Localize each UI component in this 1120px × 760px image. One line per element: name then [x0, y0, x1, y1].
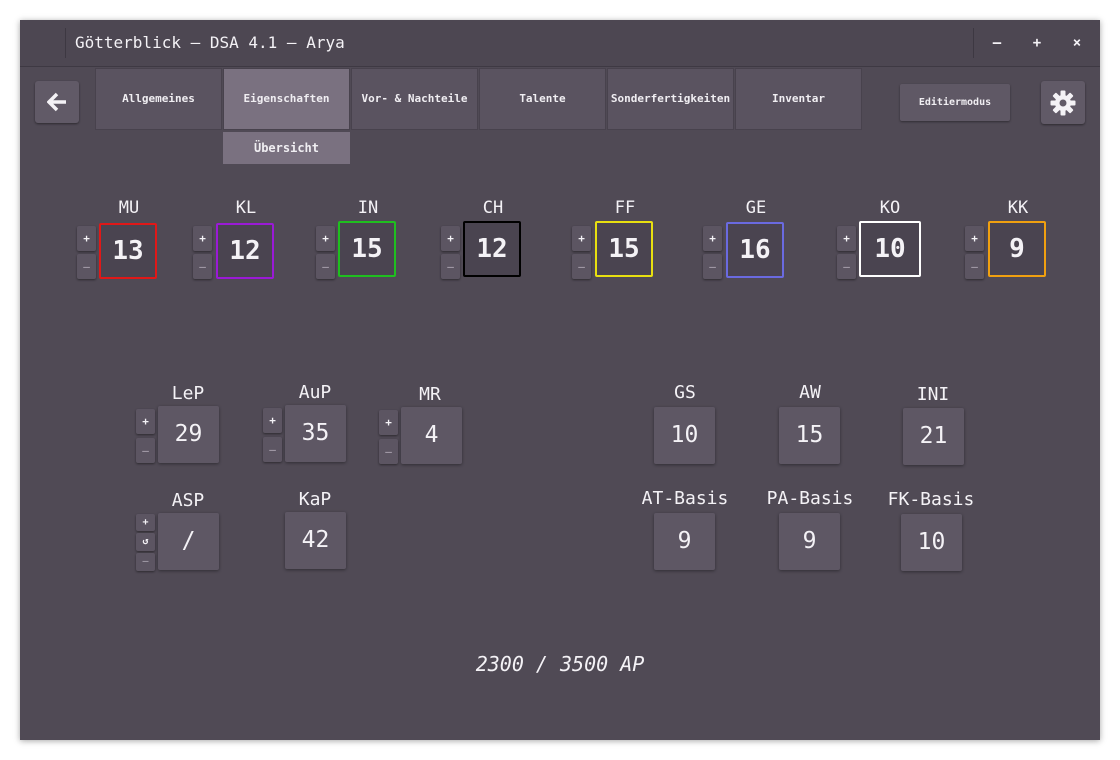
ff-decrease-button[interactable]: – — [572, 254, 591, 279]
kl-increase-button[interactable]: + — [193, 226, 212, 251]
stat-value-kap: 42 — [285, 512, 346, 569]
mu-increase-button[interactable]: + — [77, 226, 96, 251]
lep-increase-button[interactable]: + — [136, 409, 155, 434]
stat-value-asp: / — [158, 513, 219, 570]
stat-label-pa-basis: PA-Basis — [766, 488, 854, 509]
arrow-left-icon — [47, 92, 66, 112]
attr-value-ge: 16 — [726, 222, 784, 278]
in-decrease-button[interactable]: – — [316, 254, 335, 279]
reset-icon: ↺ — [142, 536, 149, 547]
stat-label-gs: GS — [674, 382, 696, 403]
tab-sonderfertigkeiten[interactable]: Sonderfertigkeiten — [607, 68, 734, 130]
attr-value-kl: 12 — [216, 223, 274, 279]
mr-increase-button[interactable]: + — [379, 410, 398, 435]
back-button[interactable] — [35, 81, 79, 123]
attr-value-ch: 12 — [463, 221, 521, 277]
in-increase-button[interactable]: + — [316, 226, 335, 251]
kl-decrease-button[interactable]: – — [193, 254, 212, 279]
divider — [65, 28, 66, 58]
ge-increase-button[interactable]: + — [703, 226, 722, 251]
title-bar: Götterblick – DSA 4.1 – Arya – + × — [20, 20, 1100, 67]
tab-vor-nachteile[interactable]: Vor- & Nachteile — [351, 68, 478, 130]
stat-label-asp: ASP — [171, 490, 205, 511]
aup-increase-button[interactable]: + — [263, 408, 282, 433]
attr-value-kk: 9 — [988, 221, 1046, 277]
app-window: Götterblick – DSA 4.1 – Arya – + × Allge… — [20, 20, 1100, 740]
gear-icon — [1050, 90, 1076, 116]
ff-increase-button[interactable]: + — [572, 226, 591, 251]
stat-label-at-basis: AT-Basis — [641, 488, 729, 509]
ko-decrease-button[interactable]: – — [837, 254, 856, 279]
ko-increase-button[interactable]: + — [837, 226, 856, 251]
tab-eigenschaften[interactable]: Eigenschaften — [223, 68, 350, 130]
asp-increase-button[interactable]: + — [136, 514, 155, 531]
ch-increase-button[interactable]: + — [441, 226, 460, 251]
minimize-button[interactable]: – — [986, 32, 1008, 54]
kk-increase-button[interactable]: + — [965, 226, 984, 251]
asp-decrease-button[interactable]: – — [136, 553, 155, 571]
stat-value-ini: 21 — [903, 408, 964, 465]
stat-value-fk-basis: 10 — [901, 514, 962, 571]
stat-value-lep: 29 — [158, 406, 219, 463]
stat-label-ini: INI — [916, 384, 950, 405]
lep-decrease-button[interactable]: – — [136, 438, 155, 463]
stat-label-mr: MR — [419, 384, 441, 405]
attr-label-ge: GE — [745, 198, 767, 218]
aup-decrease-button[interactable]: – — [263, 437, 282, 462]
adventure-points: 2300 / 3500 AP — [475, 652, 645, 676]
tab-talente[interactable]: Talente — [479, 68, 606, 130]
ge-decrease-button[interactable]: – — [703, 254, 722, 279]
tab-inventar[interactable]: Inventar — [735, 68, 862, 130]
attr-label-kk: KK — [1007, 198, 1029, 218]
attr-label-ko: KO — [879, 198, 901, 218]
stat-label-aup: AuP — [298, 382, 332, 403]
maximize-button[interactable]: + — [1026, 32, 1048, 54]
attr-label-mu: MU — [118, 198, 140, 218]
stat-value-mr: 4 — [401, 407, 462, 464]
asp-reset-button[interactable]: ↺ — [136, 533, 155, 551]
kk-decrease-button[interactable]: – — [965, 254, 984, 279]
stat-value-aup: 35 — [285, 405, 346, 462]
attr-label-ff: FF — [614, 198, 636, 218]
stat-value-aw: 15 — [779, 407, 840, 464]
mu-decrease-button[interactable]: – — [77, 254, 96, 279]
edit-mode-button[interactable]: Editiermodus — [900, 84, 1010, 121]
stat-value-gs: 10 — [654, 407, 715, 464]
stat-label-aw: AW — [799, 382, 821, 403]
stat-value-at-basis: 9 — [654, 513, 715, 570]
stat-value-pa-basis: 9 — [779, 513, 840, 570]
mr-decrease-button[interactable]: – — [379, 439, 398, 464]
attr-label-kl: KL — [235, 198, 257, 218]
attr-label-in: IN — [357, 198, 379, 218]
subtab-uebersicht[interactable]: Übersicht — [223, 132, 350, 164]
attr-value-mu: 13 — [99, 223, 157, 279]
divider — [973, 28, 974, 58]
attr-value-ko: 10 — [859, 221, 921, 277]
settings-button[interactable] — [1041, 81, 1085, 124]
attr-label-ch: CH — [482, 198, 504, 218]
stat-label-fk-basis: FK-Basis — [887, 489, 975, 510]
window-title: Götterblick – DSA 4.1 – Arya — [75, 33, 345, 52]
tab-allgemeines[interactable]: Allgemeines — [95, 68, 222, 130]
stat-label-kap: KaP — [298, 489, 332, 510]
ch-decrease-button[interactable]: – — [441, 254, 460, 279]
close-button[interactable]: × — [1066, 32, 1088, 54]
attr-value-ff: 15 — [595, 221, 653, 277]
stat-label-lep: LeP — [171, 383, 205, 404]
attr-value-in: 15 — [338, 221, 396, 277]
